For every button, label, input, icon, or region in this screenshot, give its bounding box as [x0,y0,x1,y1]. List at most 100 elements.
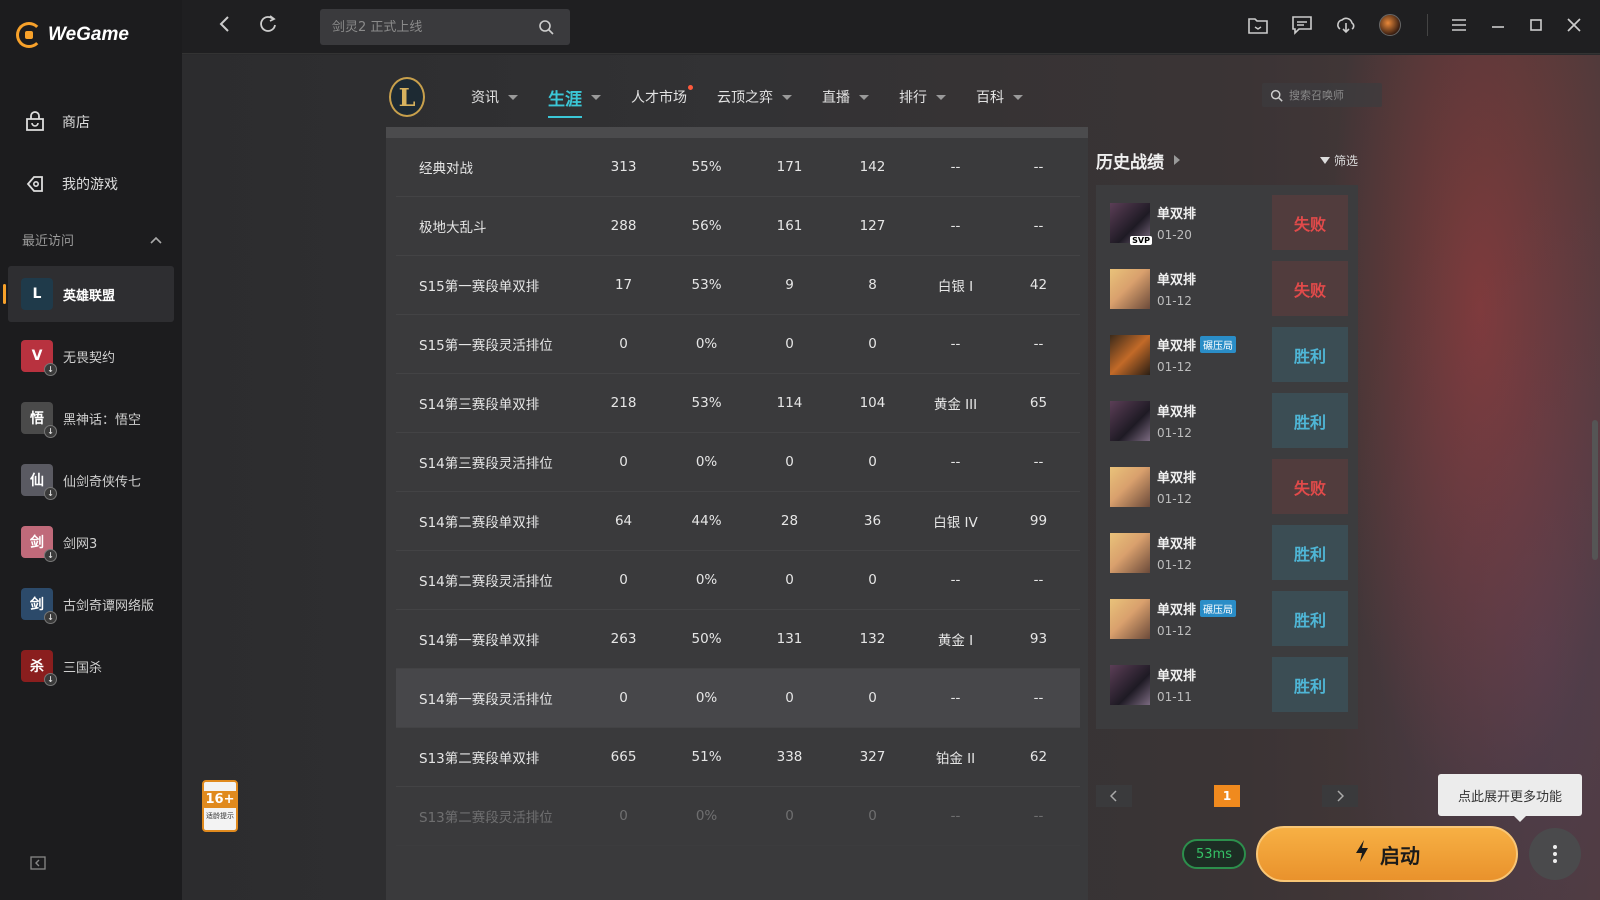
queue-name-cell: S14第一赛段单双排 [419,633,540,649]
more-options-button[interactable] [1529,828,1581,880]
game-tab[interactable]: 资讯 [471,87,518,107]
chevron-left-icon [219,16,229,32]
wegame-logo[interactable]: WeGame [16,22,129,48]
recent-game-label: 无畏契约 [63,350,116,366]
table-row[interactable]: S13第二赛段单双排 665 51% 338 327 铂金 II 62 [396,728,1080,787]
table-row[interactable]: S14第一赛段单双排 263 50% 131 132 黄金 I 93 [396,610,1080,669]
match-item[interactable]: 单双排 01-12 胜利 [1106,391,1348,450]
recent-game-item[interactable]: 悟 ↓ 黑神话：悟空 [8,390,174,446]
match-info: 单双排 碾压局 01-12 [1157,335,1237,374]
stat-cell: 114 [776,395,803,411]
table-row[interactable]: 极地大乱斗 288 56% 161 127 -- -- [396,197,1080,256]
match-mode-label: 单双排 [1157,537,1197,552]
table-row[interactable]: S14第二赛段单双排 64 44% 28 36 白银 IV 99 [396,492,1080,551]
close-button[interactable] [1566,17,1582,33]
search-icon[interactable] [1270,89,1283,102]
search-input[interactable] [320,19,530,35]
recent-game-item[interactable]: 杀 ↓ 三国杀 [8,638,174,694]
game-tab[interactable]: 生涯 [548,85,601,118]
stat-cell: 131 [776,631,803,647]
minimize-button[interactable] [1490,18,1506,32]
stat-cell: 0 [619,690,628,706]
game-tab[interactable]: 人才市场 [631,85,693,107]
game-tab[interactable]: 排行 [899,87,946,107]
stat-cell: 44% [691,513,722,529]
stat-cell: 铂金 II [935,751,976,767]
table-row[interactable]: S14第二赛段灵活排位 0 0% 0 0 -- -- [396,551,1080,610]
page-number[interactable]: 1 [1214,785,1240,807]
table-row[interactable]: 经典对战 313 55% 171 142 -- -- [396,138,1080,197]
collapse-sidebar-button[interactable] [30,856,46,874]
match-item[interactable]: 单双排 01-11 胜利 [1106,655,1348,714]
game-tab-label: 排行 [899,90,927,106]
stat-cell: 0 [868,808,877,824]
wegame-logo-icon [16,22,42,48]
table-row[interactable]: S14第三赛段灵活排位 0 0% 0 0 -- -- [396,433,1080,492]
age-rating-number: 16+ [202,791,238,808]
refresh-icon [260,15,276,32]
recent-header[interactable]: 最近访问 [22,230,162,249]
more-features-tooltip: 点此展开更多功能 [1438,774,1582,822]
caret-down-icon [782,94,792,100]
stat-cell: 53% [691,277,722,293]
table-row[interactable]: S15第一赛段灵活排位 0 0% 0 0 -- -- [396,315,1080,374]
game-tab[interactable]: 直播 [822,87,869,107]
match-item[interactable]: 单双排 碾压局 01-12 胜利 [1106,325,1348,384]
stat-cell: 0% [695,454,718,470]
scrollbar[interactable] [1592,420,1598,560]
table-row[interactable]: S13第二赛段灵活排位 0 0% 0 0 -- -- [396,787,1080,846]
age-rating-badge[interactable]: 16+ 适龄提示 [202,780,238,832]
champion-portrait [1110,400,1150,441]
history-title-link[interactable]: 历史战绩 [1096,148,1180,173]
match-tag-badge: 碾压局 [1200,600,1237,617]
stat-cell: 0% [695,572,718,588]
messages-button[interactable] [1291,15,1313,35]
recent-game-item[interactable]: V ↓ 无畏契约 [8,328,174,384]
prev-page-button[interactable] [1096,785,1132,807]
notification-dot [688,85,693,90]
game-nav: L 资讯 生涯 人才市场 云顶之弈 直播 排行 百科 [389,75,1053,119]
match-item[interactable]: 单双排 01-12 失败 [1106,259,1348,318]
maximize-button[interactable] [1528,18,1544,32]
match-item[interactable]: 单双排 01-12 失败 [1106,457,1348,516]
recent-game-item[interactable]: 仙 ↓ 仙剑奇侠传七 [8,452,174,508]
game-icon: 杀 ↓ [21,650,57,686]
match-mode: 单双排 [1157,401,1196,420]
recent-game-item[interactable]: 剑 ↓ 剑网3 [8,514,174,570]
lol-logo-icon[interactable]: L [389,77,425,117]
summoner-search-input[interactable] [1289,88,1379,102]
menu-button[interactable] [1450,18,1468,32]
match-info: 单双排 01-12 [1157,401,1196,440]
next-page-button[interactable] [1322,785,1358,807]
recent-game-item[interactable]: L 英雄联盟 [3,266,174,322]
refresh-button[interactable] [258,14,278,39]
game-icon: 悟 ↓ [21,402,57,438]
downloads-button[interactable] [1335,15,1357,35]
match-info: 单双排 01-12 [1157,269,1196,308]
game-tab[interactable]: 百科 [976,87,1023,107]
match-date: 01-12 [1157,426,1192,440]
stat-cell: 17 [614,277,633,293]
table-row[interactable]: S14第三赛段单双排 218 53% 114 104 黄金 III 65 [396,374,1080,433]
nav-store[interactable]: 商店 [0,102,182,142]
stat-cell: 0 [785,454,794,470]
nav-my-games[interactable]: 我的游戏 [0,164,182,204]
back-button[interactable] [218,14,232,39]
queue-name-cell: S13第二赛段灵活排位 [419,810,553,826]
game-tab[interactable]: 云顶之弈 [717,87,792,107]
table-row[interactable]: S14第一赛段灵活排位 0 0% 0 0 -- -- [396,669,1080,728]
filter-button[interactable]: 筛选 [1319,152,1358,169]
launch-button[interactable]: 启动 [1256,826,1518,882]
user-avatar[interactable] [1379,14,1401,36]
folder-button[interactable] [1247,15,1269,35]
match-item[interactable]: SVP 单双排 01-20 失败 [1106,193,1348,252]
stat-cell: 0 [619,454,628,470]
search-icon[interactable] [538,19,554,35]
stat-cell: 132 [859,631,886,647]
recent-game-item[interactable]: 剑 ↓ 古剑奇谭网络版 [8,576,174,632]
match-item[interactable]: 单双排 01-12 胜利 [1106,523,1348,582]
stat-cell: -- [1033,572,1044,588]
match-item[interactable]: 单双排 碾压局 01-12 胜利 [1106,589,1348,648]
table-row[interactable]: S15第一赛段单双排 17 53% 9 8 白银 I 42 [396,256,1080,315]
nav-my-games-label: 我的游戏 [62,177,118,193]
